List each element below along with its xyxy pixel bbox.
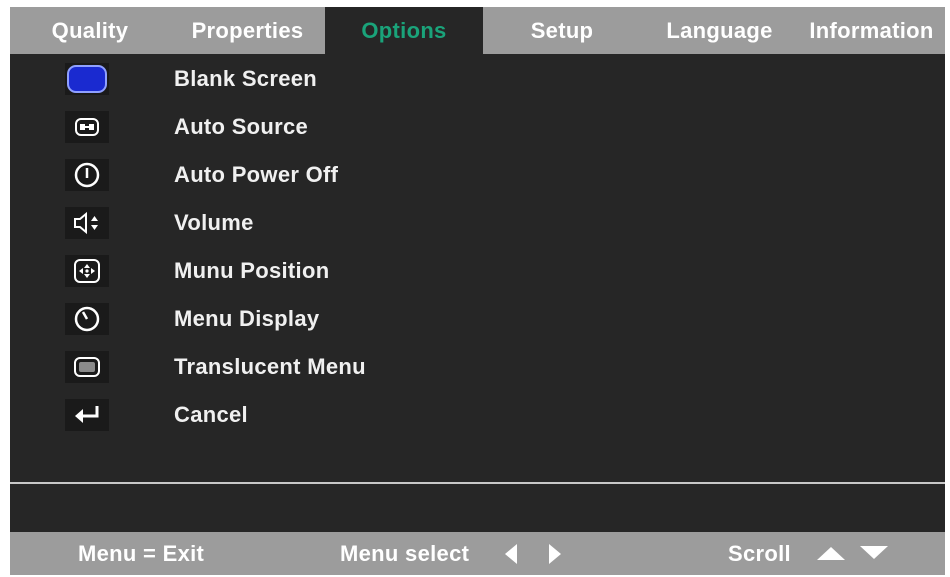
right-arrow-icon bbox=[547, 543, 563, 570]
tab-quality[interactable]: Quality bbox=[10, 7, 170, 54]
divider bbox=[10, 482, 945, 484]
menu-item-label: Menu Display bbox=[174, 306, 320, 331]
return-icon bbox=[65, 399, 109, 431]
menu-item-label: Blank Screen bbox=[174, 66, 318, 91]
tab-language[interactable]: Language bbox=[641, 7, 798, 54]
menu-item-blank-screen[interactable]: Blank Screen bbox=[10, 55, 945, 103]
menu-select-hint: Menu select bbox=[340, 541, 470, 566]
menu-item-volume[interactable]: Volume bbox=[10, 199, 945, 247]
scroll-hint: Scroll bbox=[728, 541, 791, 566]
menu-item-label: Cancel bbox=[174, 402, 248, 427]
blank-screen-icon bbox=[65, 63, 109, 95]
tab-setup[interactable]: Setup bbox=[483, 7, 641, 54]
menu-item-label: Volume bbox=[174, 210, 254, 235]
menu-item-label: Munu Position bbox=[174, 258, 330, 283]
tab-information[interactable]: Information bbox=[798, 7, 945, 54]
menu-item-translucent-menu[interactable]: Translucent Menu bbox=[10, 343, 945, 391]
left-arrow-icon bbox=[503, 543, 519, 570]
menu-position-icon bbox=[65, 255, 109, 287]
volume-icon bbox=[65, 207, 109, 239]
osd-menu: Quality Properties Options Setup Languag… bbox=[10, 7, 945, 575]
down-arrow-icon bbox=[859, 545, 889, 566]
clock-icon bbox=[65, 303, 109, 335]
menu-item-label: Auto Power Off bbox=[174, 162, 339, 187]
tab-options[interactable]: Options bbox=[325, 7, 483, 54]
menu-item-auto-source[interactable]: Auto Source bbox=[10, 103, 945, 151]
menu-item-cancel[interactable]: Cancel bbox=[10, 391, 945, 439]
up-arrow-icon bbox=[816, 545, 846, 566]
menu-item-label: Auto Source bbox=[174, 114, 309, 139]
footer-bar: Menu = Exit Menu select Scroll bbox=[10, 532, 945, 575]
menu-item-menu-display[interactable]: Menu Display bbox=[10, 295, 945, 343]
menu-item-auto-power-off[interactable]: Auto Power Off bbox=[10, 151, 945, 199]
tab-bar: Quality Properties Options Setup Languag… bbox=[10, 7, 945, 54]
power-icon bbox=[65, 159, 109, 191]
menu-item-label: Translucent Menu bbox=[174, 354, 366, 379]
tab-properties[interactable]: Properties bbox=[170, 7, 325, 54]
menu-exit-hint: Menu = Exit bbox=[78, 541, 205, 566]
menu-item-menu-position[interactable]: Munu Position bbox=[10, 247, 945, 295]
auto-source-icon bbox=[65, 111, 109, 143]
translucent-icon bbox=[65, 351, 109, 383]
